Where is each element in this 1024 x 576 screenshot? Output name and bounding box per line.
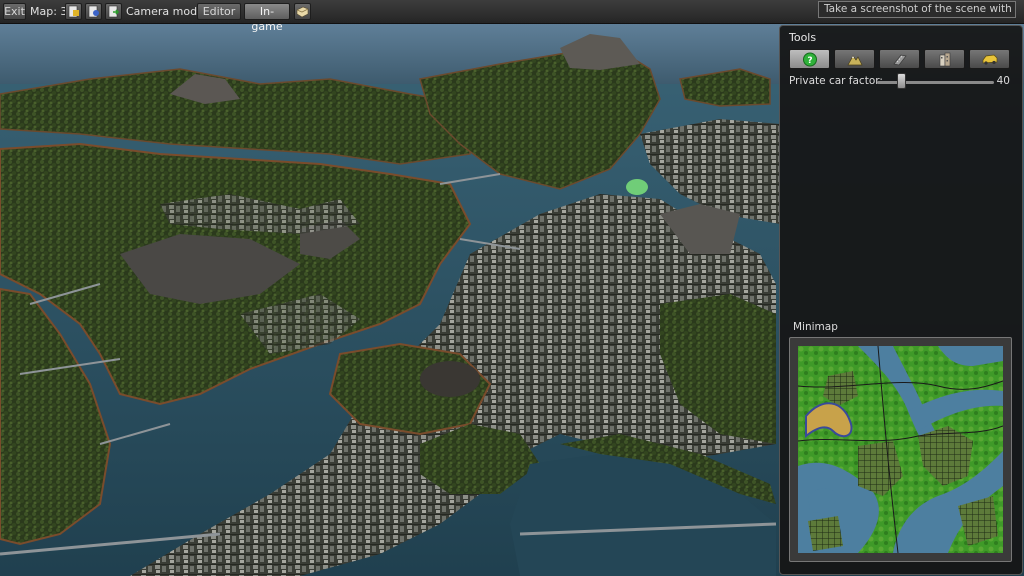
private-car-factor-value: 40 [996,75,1010,87]
road-icon [893,54,907,66]
tool-road-button[interactable] [879,49,920,69]
minimap-title: Minimap [793,321,838,333]
screenshot-tooltip: Take a screenshot of the scene with GUI [818,1,1016,18]
tools-panel: Tools ? Private car factor: 40 Minimap [779,25,1023,575]
minimap[interactable] [789,337,1012,562]
exit-button[interactable]: Exit [3,3,26,20]
private-car-factor-slider-thumb[interactable] [897,73,906,89]
tool-terrain-button[interactable] [834,49,875,69]
tool-vehicle-button[interactable] [969,49,1010,69]
private-car-factor-slider[interactable] [877,81,994,84]
terrain-icon [847,55,863,66]
map-info-button[interactable] [85,3,102,20]
tool-help-button[interactable]: ? [789,49,830,69]
minimap-image [798,346,1003,553]
help-icon: ? [803,52,817,67]
map-previous-button[interactable] [65,3,82,20]
vehicle-icon [982,54,998,65]
svg-text:?: ? [807,56,812,66]
private-car-factor-label: Private car factor: [789,75,883,87]
building-icon [939,52,951,67]
screenshot-icon [296,6,309,18]
camera-mode-label: Camera mode: [126,5,208,18]
camera-mode-editor-button[interactable]: Editor [197,3,241,20]
screenshot-button[interactable] [294,3,311,20]
top-toolbar: Exit Map: 3 Camera mode: Editor In-game … [0,0,1024,33]
camera-mode-ingame-button[interactable]: In-game [244,3,290,33]
tools-panel-title: Tools [789,31,817,44]
map-next-button[interactable] [105,3,122,20]
tool-building-button[interactable] [924,49,965,69]
map-next-icon [108,5,120,18]
map-label: Map: 3 [30,5,68,18]
map-info-icon [88,5,99,18]
map-previous-icon [68,5,79,18]
